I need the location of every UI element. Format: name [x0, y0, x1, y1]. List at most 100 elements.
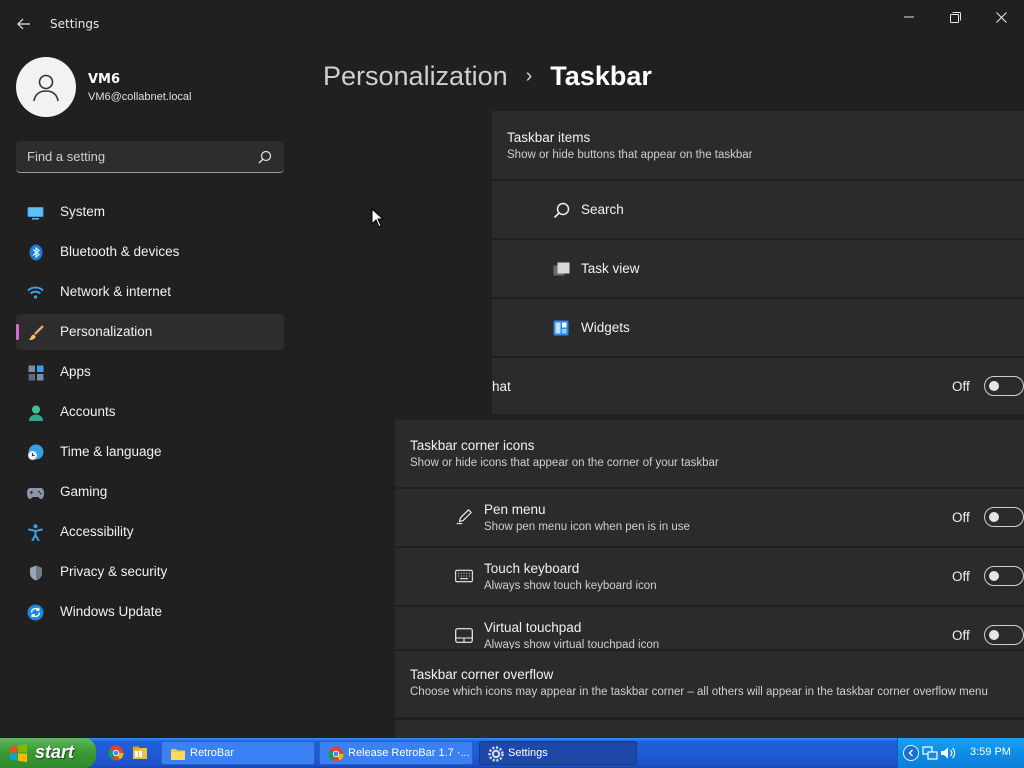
sidebar-item-accounts[interactable]: Accounts	[16, 394, 284, 430]
system-monitor-icon	[27, 204, 44, 221]
sidebar-item-windows-update[interactable]: Windows Update	[16, 594, 284, 630]
minimize-icon	[904, 16, 914, 18]
accessibility-icon	[27, 524, 44, 541]
taskbar-item-chat-row[interactable]: hat Off	[492, 358, 1024, 414]
row-label: Widgets	[581, 320, 630, 335]
row-description: Always show virtual touchpad icon	[484, 639, 660, 649]
sidebar-item-gaming[interactable]: Gaming	[16, 474, 284, 510]
search-input[interactable]	[16, 141, 246, 172]
gear-icon	[488, 746, 504, 762]
search-button[interactable]	[258, 149, 274, 165]
taskbar-button-chrome-release[interactable]: Release RetroBar 1.7 ·...	[319, 741, 473, 765]
sidebar-item-time-language[interactable]: Time & language	[16, 434, 284, 470]
corner-icon-virtual-touchpad-row[interactable]: Virtual touchpad Always show virtual tou…	[395, 607, 1024, 649]
update-icon	[27, 604, 44, 621]
avatar	[16, 57, 76, 117]
sidebar-item-privacy-security[interactable]: Privacy & security	[16, 554, 284, 590]
search-icon	[552, 201, 570, 219]
taskbar-item-task-view-row[interactable]: Task view	[492, 240, 1024, 297]
close-button[interactable]	[978, 4, 1024, 30]
folder-icon	[171, 749, 185, 760]
next-section-card	[395, 720, 1024, 738]
taskbar-button-label: Release RetroBar 1.7 ·...	[348, 747, 470, 759]
taskbar-item-widgets-row[interactable]: Widgets	[492, 299, 1024, 356]
sidebar-item-label: System	[60, 204, 106, 219]
bluetooth-icon	[27, 244, 44, 261]
toggle-state-text: Off	[952, 510, 970, 525]
sidebar-item-label: Accessibility	[60, 524, 134, 539]
sidebar-item-label: Gaming	[60, 484, 108, 499]
toggle-knob	[989, 571, 999, 581]
corner-icon-touch-keyboard-row[interactable]: Touch keyboard Always show touch keyboar…	[395, 548, 1024, 605]
toggle-knob	[989, 512, 999, 522]
maximize-button[interactable]	[932, 4, 978, 30]
back-button[interactable]	[12, 12, 36, 36]
pen-icon	[455, 508, 473, 526]
sidebar-item-label: Windows Update	[60, 604, 163, 619]
section-subtitle: Choose which icons may appear in the tas…	[410, 686, 988, 698]
sidebar-item-label: Bluetooth & devices	[60, 244, 180, 259]
toggle-knob	[989, 630, 999, 640]
chevron-left-icon	[908, 749, 913, 757]
taskbar-item-search-row[interactable]: Search	[492, 181, 1024, 238]
breadcrumb-parent-link[interactable]: Personalization	[323, 61, 508, 92]
sidebar-item-label: Privacy & security	[60, 564, 168, 579]
user-profile[interactable]: VM6 VM6@collabnet.local	[16, 57, 286, 117]
minimize-button[interactable]	[886, 4, 932, 30]
sidebar-item-system[interactable]: System	[16, 194, 284, 230]
row-label: Pen menu	[484, 502, 546, 517]
task-view-icon	[552, 260, 570, 278]
pen-menu-toggle[interactable]	[984, 507, 1024, 527]
search-icon	[258, 150, 272, 164]
shield-icon	[27, 564, 44, 581]
tray-expand-button[interactable]	[903, 745, 919, 761]
close-icon	[995, 11, 1007, 23]
touchpad-icon	[455, 626, 473, 644]
touch-keyboard-toggle[interactable]	[984, 566, 1024, 586]
row-label: Search	[581, 202, 624, 217]
sidebar-item-label: Apps	[60, 364, 91, 379]
widgets-icon	[552, 319, 570, 337]
taskbar-button-retrobar[interactable]: RetroBar	[161, 741, 315, 765]
system-tray: 3:59 PM	[897, 738, 1024, 768]
sidebar-nav: System Bluetooth & devices Network & int…	[16, 194, 284, 634]
corner-icon-pen-menu-row[interactable]: Pen menu Show pen menu icon when pen is …	[395, 489, 1024, 546]
toggle-state-text: Off	[952, 628, 970, 643]
clock-globe-icon	[27, 444, 44, 461]
row-description: Show pen menu icon when pen is in use	[484, 521, 690, 533]
app-title: Settings	[50, 17, 100, 31]
corner-icons-header[interactable]: Taskbar corner icons Show or hide icons …	[395, 420, 1024, 487]
row-description: Always show touch keyboard icon	[484, 580, 657, 592]
chrome-icon[interactable]	[108, 745, 124, 761]
virtual-touchpad-toggle[interactable]	[984, 625, 1024, 645]
network-icon[interactable]	[922, 745, 938, 761]
row-label: Task view	[581, 261, 640, 276]
toggle-state-text: Off	[952, 569, 970, 584]
search-box	[16, 141, 284, 173]
start-button[interactable]: start	[0, 738, 96, 768]
breadcrumb: Personalization › Taskbar	[323, 58, 652, 94]
section-title: Taskbar corner icons	[410, 438, 535, 453]
sidebar-item-network[interactable]: Network & internet	[16, 274, 284, 310]
chat-toggle[interactable]	[984, 376, 1024, 396]
apps-icon	[27, 364, 44, 381]
sidebar-item-apps[interactable]: Apps	[16, 354, 284, 390]
back-arrow-icon	[17, 18, 30, 30]
os-taskbar: start RetroBar Release RetroBar 1.7 ·...…	[0, 738, 1024, 768]
taskbar-items-header[interactable]: Taskbar items Show or hide buttons that …	[492, 111, 1024, 179]
row-label: Touch keyboard	[484, 561, 580, 576]
sidebar-item-personalization[interactable]: Personalization	[16, 314, 284, 350]
user-email: VM6@collabnet.local	[88, 91, 192, 103]
gamepad-icon	[27, 484, 44, 501]
sidebar-item-label: Personalization	[60, 324, 153, 339]
file-explorer-icon[interactable]	[132, 745, 148, 761]
corner-overflow-header[interactable]: Taskbar corner overflow Choose which ico…	[395, 651, 1024, 717]
taskbar-button-settings[interactable]: Settings	[479, 741, 637, 765]
volume-icon[interactable]	[940, 745, 956, 761]
row-label: Virtual touchpad	[484, 620, 582, 635]
sidebar-item-label: Network & internet	[60, 284, 172, 299]
row-label: hat	[492, 379, 511, 394]
sidebar-item-accessibility[interactable]: Accessibility	[16, 514, 284, 550]
sidebar-item-bluetooth[interactable]: Bluetooth & devices	[16, 234, 284, 270]
keyboard-icon	[455, 567, 473, 585]
